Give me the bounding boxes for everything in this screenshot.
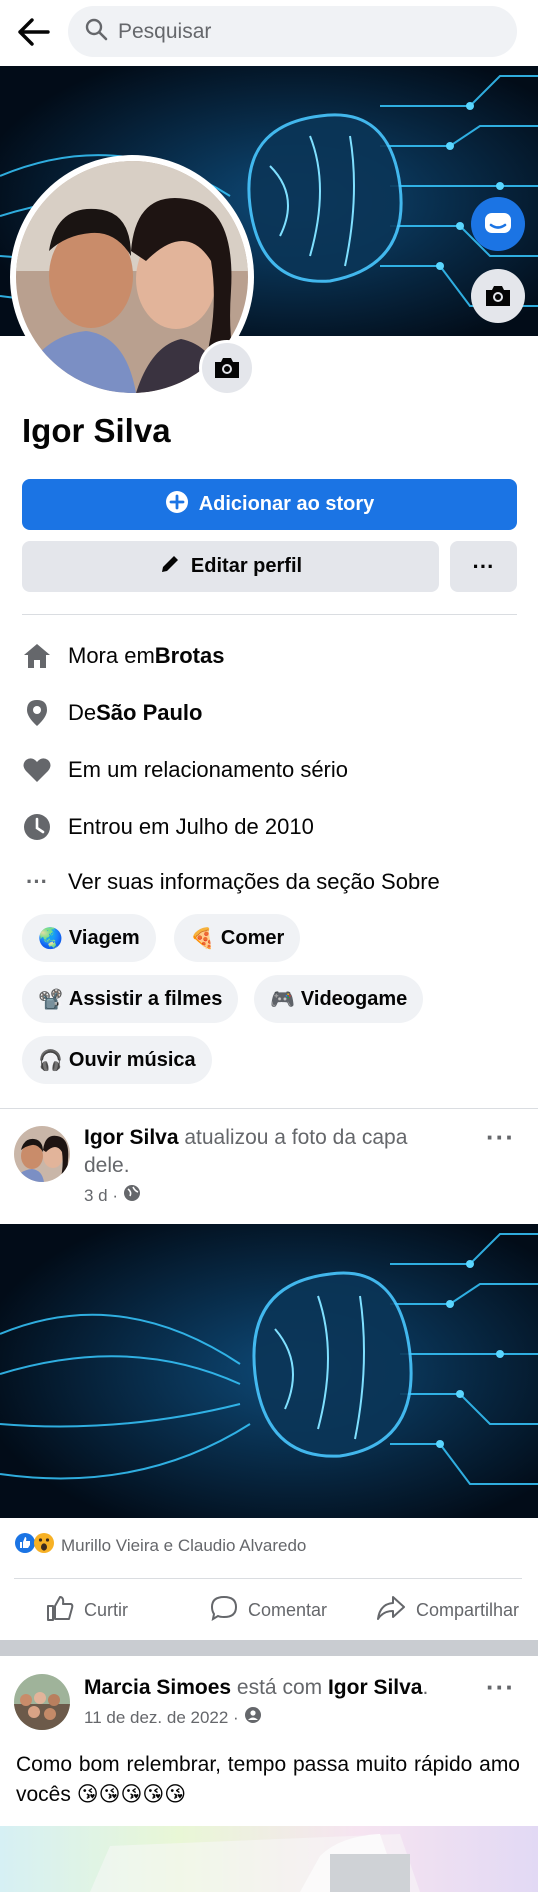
detail-lives-in: Mora em Brotas <box>22 636 224 676</box>
add-story-button[interactable]: Adicionar ao story <box>22 479 517 530</box>
detail-relationship: Em um relacionamento sério <box>22 750 348 790</box>
reactions-names: Murillo Vieira e Claudio Alvaredo <box>61 1535 307 1555</box>
heart-icon <box>22 755 52 785</box>
post2-caption: Como bom relembrar, tempo passa muito rá… <box>16 1753 520 1806</box>
post2-author-avatar[interactable] <box>14 1674 70 1730</box>
film-projector-icon: 📽️ <box>38 988 63 1011</box>
post-more-icon[interactable]: ··· <box>486 1122 515 1153</box>
headphones-icon: 🎧 <box>38 1049 63 1072</box>
more-horizontal-icon: ··· <box>26 869 48 894</box>
post-meta: 3 d · <box>84 1184 141 1207</box>
friends-audience-icon <box>244 1706 262 1729</box>
hobby-chip-musica[interactable]: 🎧 Ouvir música <box>22 1036 212 1084</box>
clock-icon <box>22 812 52 842</box>
post-header-text: Igor Silva atualizou a foto da capa dele… <box>84 1126 408 1177</box>
pizza-icon: 🍕 <box>190 927 215 950</box>
divider <box>14 1578 522 1579</box>
post-separator <box>0 1640 538 1656</box>
profile-name: Igor Silva <box>22 412 171 449</box>
wow-reaction-icon <box>33 1532 55 1559</box>
hobby-chip-videogame[interactable]: 🎮 Videogame <box>254 975 424 1023</box>
search-input[interactable]: Pesquisar <box>68 6 517 57</box>
back-arrow-icon[interactable] <box>14 12 54 52</box>
post2-more-icon[interactable]: ··· <box>486 1672 515 1703</box>
avatar-camera-icon[interactable] <box>199 340 255 396</box>
post-time[interactable]: 3 d · <box>84 1186 118 1206</box>
share-button[interactable]: Compartilhar <box>376 1588 519 1632</box>
post2-header-text: Marcia Simoes está com Igor Silva. <box>84 1676 429 1699</box>
globe-icon: 🌏 <box>38 927 63 950</box>
edit-profile-button[interactable]: Editar perfil <box>22 541 439 592</box>
detail-from: De São Paulo <box>22 693 202 733</box>
post2-tagged-name[interactable]: Igor Silva <box>328 1676 423 1699</box>
pencil-icon <box>159 553 181 581</box>
hobby-chip-filmes[interactable]: 📽️ Assistir a filmes <box>22 975 239 1023</box>
location-pin-icon <box>22 698 52 728</box>
search-placeholder: Pesquisar <box>118 19 212 43</box>
divider <box>22 614 517 615</box>
post2-time[interactable]: 11 de dez. de 2022 · <box>84 1708 239 1728</box>
messenger-icon[interactable] <box>471 197 525 251</box>
hobby-chip-comer[interactable]: 🍕 Comer <box>174 914 301 962</box>
search-icon <box>84 17 108 46</box>
home-icon <box>22 641 52 671</box>
comment-icon <box>210 1595 238 1626</box>
detail-joined: Entrou em Julho de 2010 <box>22 807 314 847</box>
kiss-emojis: 😘😘😘😘😘 <box>76 1783 187 1806</box>
post2-photo[interactable] <box>0 1826 538 1892</box>
hobby-chip-viagem[interactable]: 🌏 Viagem <box>22 914 156 962</box>
reactions-summary[interactable]: Murillo Vieira e Claudio Alvaredo <box>14 1532 306 1559</box>
comment-button[interactable]: Comentar <box>210 1588 327 1632</box>
thumbs-up-icon <box>46 1595 74 1626</box>
plus-circle-icon <box>165 490 189 520</box>
post2-meta: 11 de dez. de 2022 · <box>84 1706 262 1729</box>
post2-author-name[interactable]: Marcia Simoes <box>84 1676 231 1699</box>
share-icon <box>376 1595 406 1626</box>
add-story-label: Adicionar ao story <box>198 493 375 515</box>
gamepad-icon: 🎮 <box>270 988 295 1011</box>
post-author-name[interactable]: Igor Silva <box>84 1126 179 1149</box>
globe-public-icon <box>123 1184 141 1207</box>
section-divider <box>0 1108 538 1109</box>
post-cover-image[interactable] <box>0 1224 538 1518</box>
like-button[interactable]: Curtir <box>46 1588 128 1632</box>
edit-profile-label: Editar perfil <box>190 555 303 577</box>
more-options-button[interactable]: ··· <box>450 541 517 592</box>
detail-see-about[interactable]: ··· Ver suas informações da seção Sobre <box>22 862 440 902</box>
cover-camera-icon[interactable] <box>471 269 525 323</box>
post-author-avatar[interactable] <box>14 1126 70 1182</box>
